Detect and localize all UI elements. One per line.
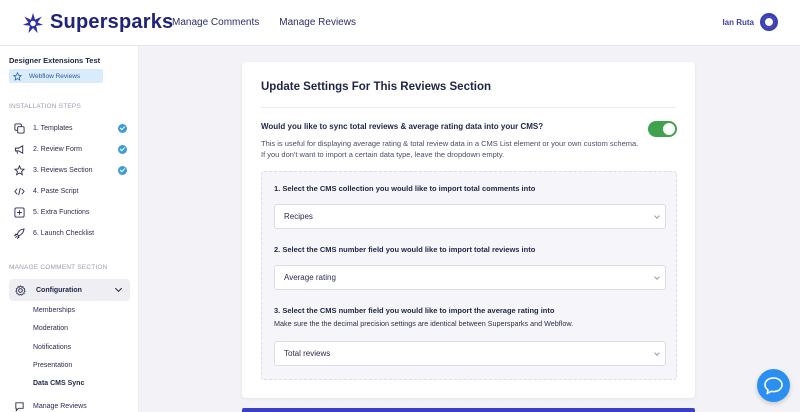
brand-name: Supersparks: [50, 11, 174, 33]
sync-description: This is useful for displaying average ra…: [261, 139, 639, 159]
megaphone-icon: [14, 144, 24, 154]
field-label-total-reviews: 2. Select the CMS number field you would…: [274, 245, 536, 254]
total-reviews-select[interactable]: Average rating: [274, 265, 666, 290]
field-label-average-rating: 3. Select the CMS number field you would…: [274, 306, 555, 315]
collection-select[interactable]: Recipes: [274, 204, 666, 229]
top-nav: Manage Comments Manage Reviews: [172, 17, 356, 28]
code-icon: [14, 187, 25, 195]
project-name: Designer Extensions Test: [9, 56, 101, 65]
field-label-collection: 1. Select the CMS collection you would l…: [274, 184, 536, 193]
check-icon: [118, 165, 127, 175]
star-icon: [13, 71, 22, 81]
page-title: Update Settings For This Reviews Section: [261, 81, 492, 93]
brand-logo[interactable]: Supersparks: [22, 11, 173, 34]
sidebar-item-paste-script[interactable]: 4. Paste Script: [14, 184, 130, 198]
select-value: Average rating: [284, 273, 336, 282]
user-circle-icon[interactable]: [760, 13, 778, 31]
user-name: Ian Ruta: [722, 17, 754, 27]
cms-fields-panel: 1. Select the CMS collection you would l…: [261, 171, 677, 380]
field-note-precision: Make sure the the decimal precision sett…: [274, 319, 574, 328]
chevron-down-icon: [654, 213, 660, 219]
plus-square-icon: [14, 206, 25, 218]
chevron-down-icon: [114, 284, 123, 293]
configuration-label: Configuration: [36, 286, 82, 294]
sidebar-item-extra-functions[interactable]: 5. Extra Functions: [14, 205, 130, 219]
settings-card: Update Settings For This Reviews Section…: [242, 62, 695, 398]
installation-heading: INSTALLATION STEPS: [9, 103, 81, 110]
chat-icon: [15, 401, 24, 412]
nav-manage-comments[interactable]: Manage Comments: [172, 17, 259, 28]
sidebar: Designer Extensions Test Webflow Reviews…: [0, 46, 139, 412]
sidebar-subitem-memberships[interactable]: Memberships: [33, 307, 75, 314]
nav-manage-reviews[interactable]: Manage Reviews: [279, 17, 356, 28]
sidebar-item-manage-reviews[interactable]: Manage Reviews: [14, 399, 130, 412]
chat-bubble-icon[interactable]: [757, 369, 790, 402]
sidebar-item-label: 4. Paste Script: [33, 187, 79, 195]
gear-icon: [15, 284, 26, 296]
sync-toggle[interactable]: [648, 121, 677, 137]
sidebar-item-templates[interactable]: 1. Templates: [14, 121, 130, 135]
sparks-logo-icon: [22, 12, 44, 33]
sidebar-subitem-moderation[interactable]: Moderation: [33, 325, 68, 332]
next-card-edge: [242, 408, 695, 412]
sidebar-subitem-presentation[interactable]: Presentation: [33, 362, 72, 369]
rocket-icon: [14, 227, 25, 239]
copy-icon: [14, 122, 25, 134]
sidebar-item-label: Manage Reviews: [33, 402, 87, 410]
toggle-knob: [663, 123, 675, 135]
sidebar-subitem-notifications[interactable]: Notifications: [33, 344, 71, 351]
divider: [261, 107, 676, 108]
section-chip-label: Webflow Reviews: [29, 72, 81, 80]
check-icon: [118, 123, 127, 133]
sidebar-item-label: 5. Extra Functions: [33, 208, 90, 216]
star-icon: [14, 164, 25, 176]
top-bar: Supersparks Manage Comments Manage Revie…: [0, 0, 800, 46]
user-menu[interactable]: Ian Ruta: [722, 13, 778, 31]
average-rating-select[interactable]: Total reviews: [274, 341, 666, 366]
select-value: Total reviews: [284, 349, 331, 358]
sidebar-subitem-data-cms-sync[interactable]: Data CMS Sync: [33, 380, 84, 387]
sidebar-item-label: 3. Reviews Section: [33, 166, 93, 174]
check-icon: [118, 144, 127, 154]
sidebar-item-label: 6. Launch Checklist: [33, 229, 95, 237]
sidebar-item-label: 2. Review Form: [33, 145, 83, 153]
sidebar-item-review-form[interactable]: 2. Review Form: [14, 142, 130, 156]
sidebar-item-launch-checklist[interactable]: 6. Launch Checklist: [14, 226, 130, 240]
manage-heading: MANAGE COMMENT SECTION: [9, 264, 108, 271]
sidebar-item-reviews-section[interactable]: 3. Reviews Section: [14, 163, 130, 177]
sidebar-item-label: 1. Templates: [33, 124, 73, 132]
chevron-down-icon: [654, 350, 660, 356]
chat-bubble-glyph: [764, 377, 783, 395]
chevron-down-icon: [654, 274, 660, 280]
select-value: Recipes: [284, 212, 313, 221]
section-chip[interactable]: Webflow Reviews: [9, 69, 103, 83]
sidebar-item-configuration[interactable]: Configuration: [9, 279, 130, 301]
sync-question: Would you like to sync total reviews & a…: [261, 122, 544, 131]
